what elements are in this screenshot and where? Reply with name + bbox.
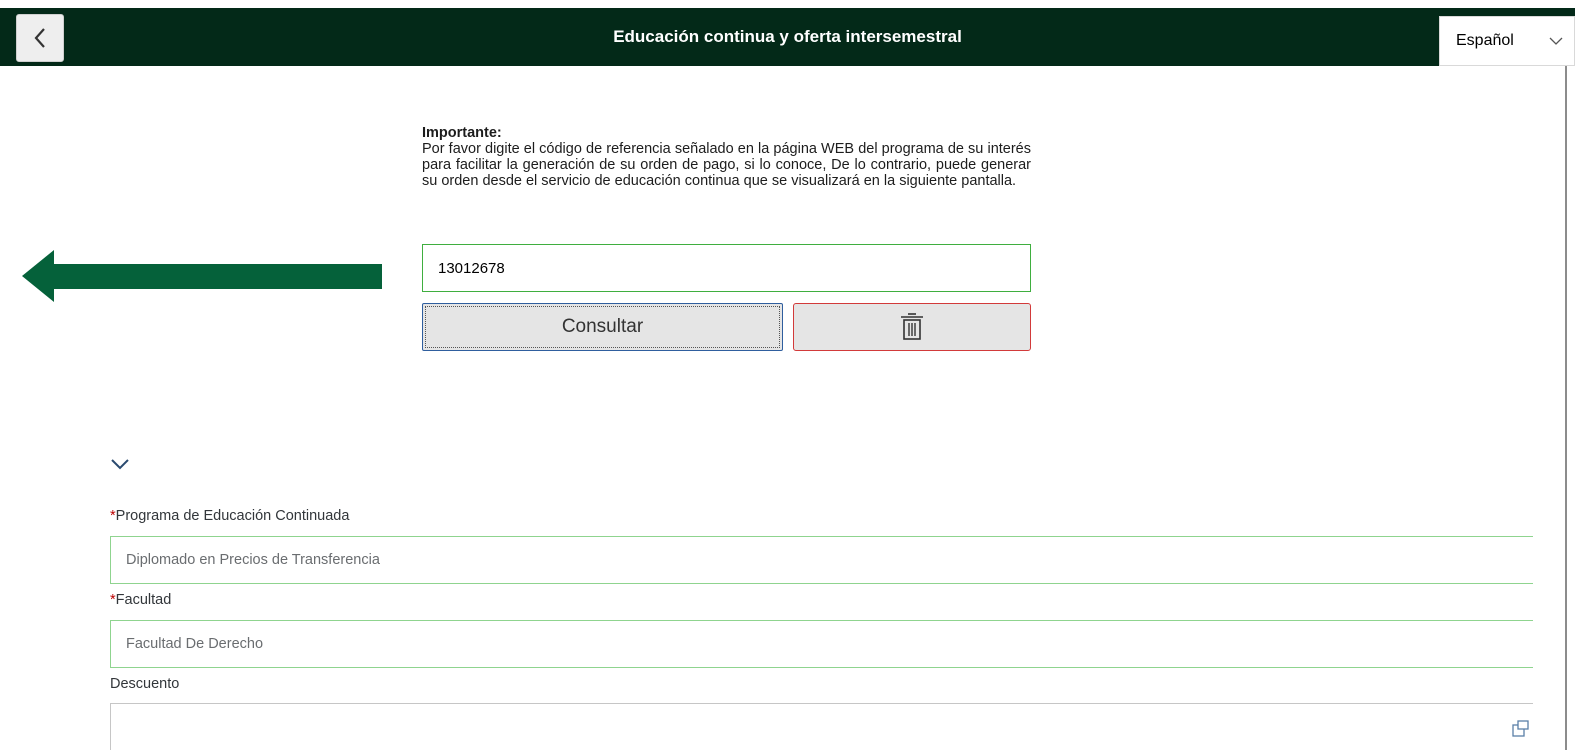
language-selected-value: Español [1456,32,1514,49]
notice-body: Por favor digite el código de referencia… [422,141,1031,189]
chevron-left-icon [34,28,45,48]
scrollbar-edge [1565,66,1567,750]
programa-field[interactable]: Diplomado en Precios de Transferencia [110,536,1533,584]
programa-label-text: Programa de Educación Continuada [115,508,350,524]
descuento-label: Descuento [110,676,180,692]
back-button[interactable] [16,14,64,62]
facultad-value: Facultad De Derecho [126,636,264,652]
facultad-label-text: Facultad [115,592,172,608]
arrow-left-icon [22,250,382,302]
programa-value: Diplomado en Precios de Transferencia [126,552,380,568]
consult-button[interactable]: Consultar [422,303,783,351]
page: Educación continua y oferta intersemestr… [0,0,1575,750]
value-help-icon[interactable] [1512,720,1530,738]
facultad-label: *Facultad [110,592,171,608]
important-notice: Importante: Por favor digite el código d… [422,125,1031,189]
header-bar: Educación continua y oferta intersemestr… [0,8,1575,66]
facultad-field[interactable]: Facultad De Derecho [110,620,1533,668]
notice-title: Importante: [422,125,502,141]
chevron-down-icon [1549,37,1563,45]
delete-button[interactable] [793,303,1031,351]
language-select[interactable]: Español [1439,16,1575,66]
trash-icon [901,313,923,340]
page-title: Educación continua y oferta intersemestr… [613,27,962,46]
programa-label: *Programa de Educación Continuada [110,508,349,524]
descuento-field[interactable] [110,703,1533,750]
reference-code-input[interactable] [422,244,1031,292]
section-collapse-chevron-down-icon[interactable] [110,457,130,471]
